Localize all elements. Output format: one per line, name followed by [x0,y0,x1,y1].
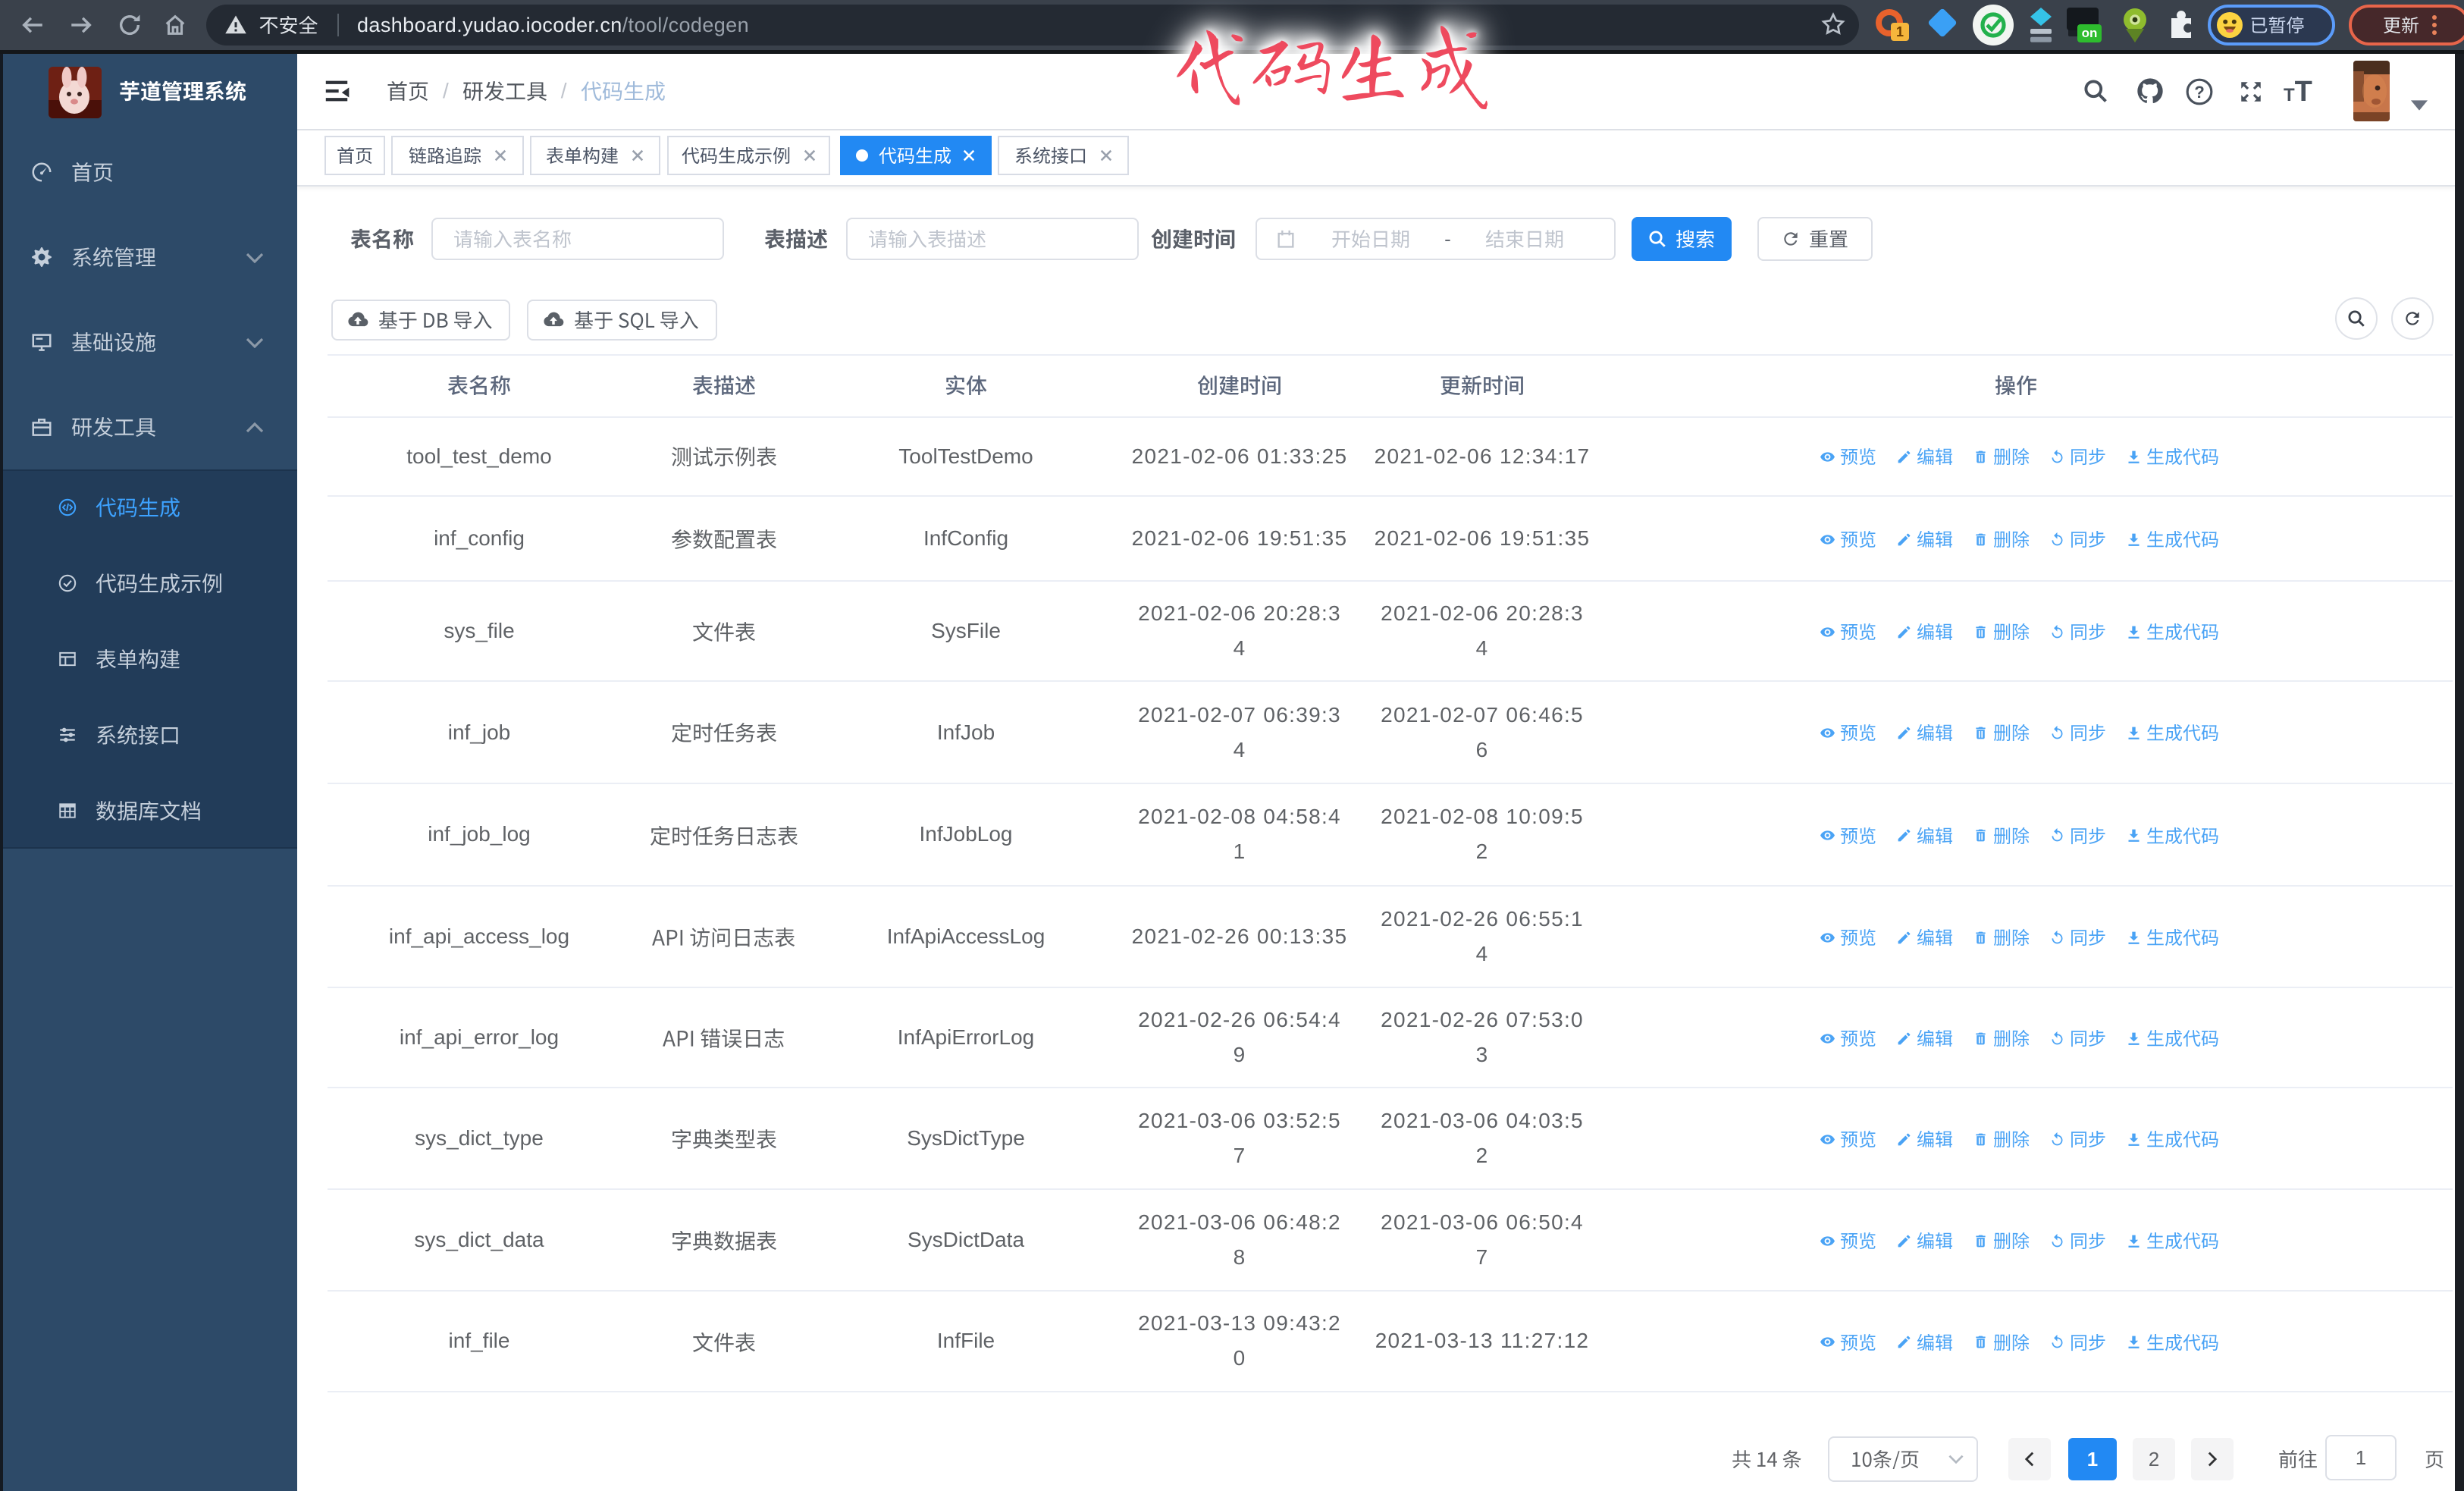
svg-text:?: ? [2194,83,2205,102]
